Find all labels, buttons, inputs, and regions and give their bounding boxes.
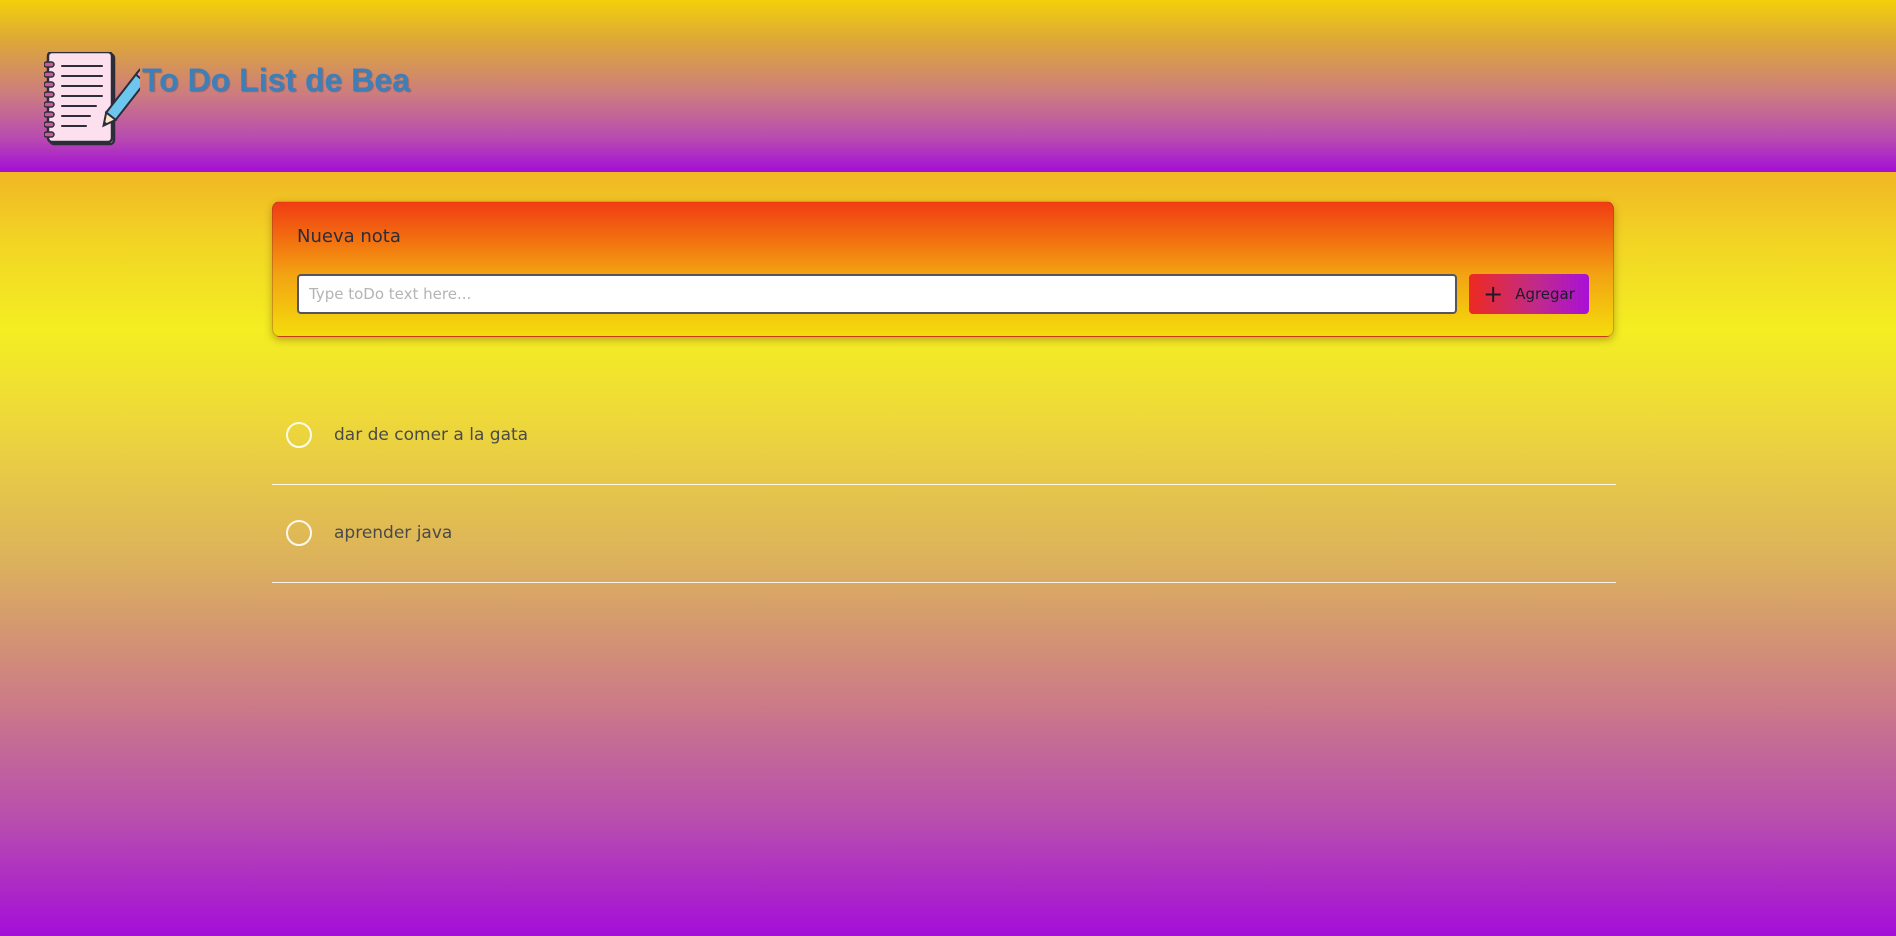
- todo-text: dar de comer a la gata: [334, 425, 529, 445]
- app-title: To Do List de Bea: [142, 62, 410, 98]
- todo-list: dar de comer a la gata aprender java: [272, 387, 1616, 583]
- plus-icon: +: [1483, 280, 1504, 308]
- todo-item: aprender java: [272, 485, 1616, 583]
- new-note-title: Nueva nota: [297, 226, 401, 247]
- add-button[interactable]: + Agregar: [1469, 274, 1589, 314]
- todo-text-input[interactable]: [297, 274, 1457, 314]
- todo-checkbox[interactable]: [286, 422, 312, 448]
- todo-checkbox[interactable]: [286, 520, 312, 546]
- notebook-pencil-icon: [44, 52, 140, 146]
- app-header: To Do List de Bea: [0, 0, 1896, 172]
- add-button-label: Agregar: [1515, 285, 1575, 303]
- todo-text: aprender java: [334, 523, 453, 543]
- todo-item: dar de comer a la gata: [272, 387, 1616, 485]
- new-note-card: Nueva nota + Agregar: [272, 201, 1614, 337]
